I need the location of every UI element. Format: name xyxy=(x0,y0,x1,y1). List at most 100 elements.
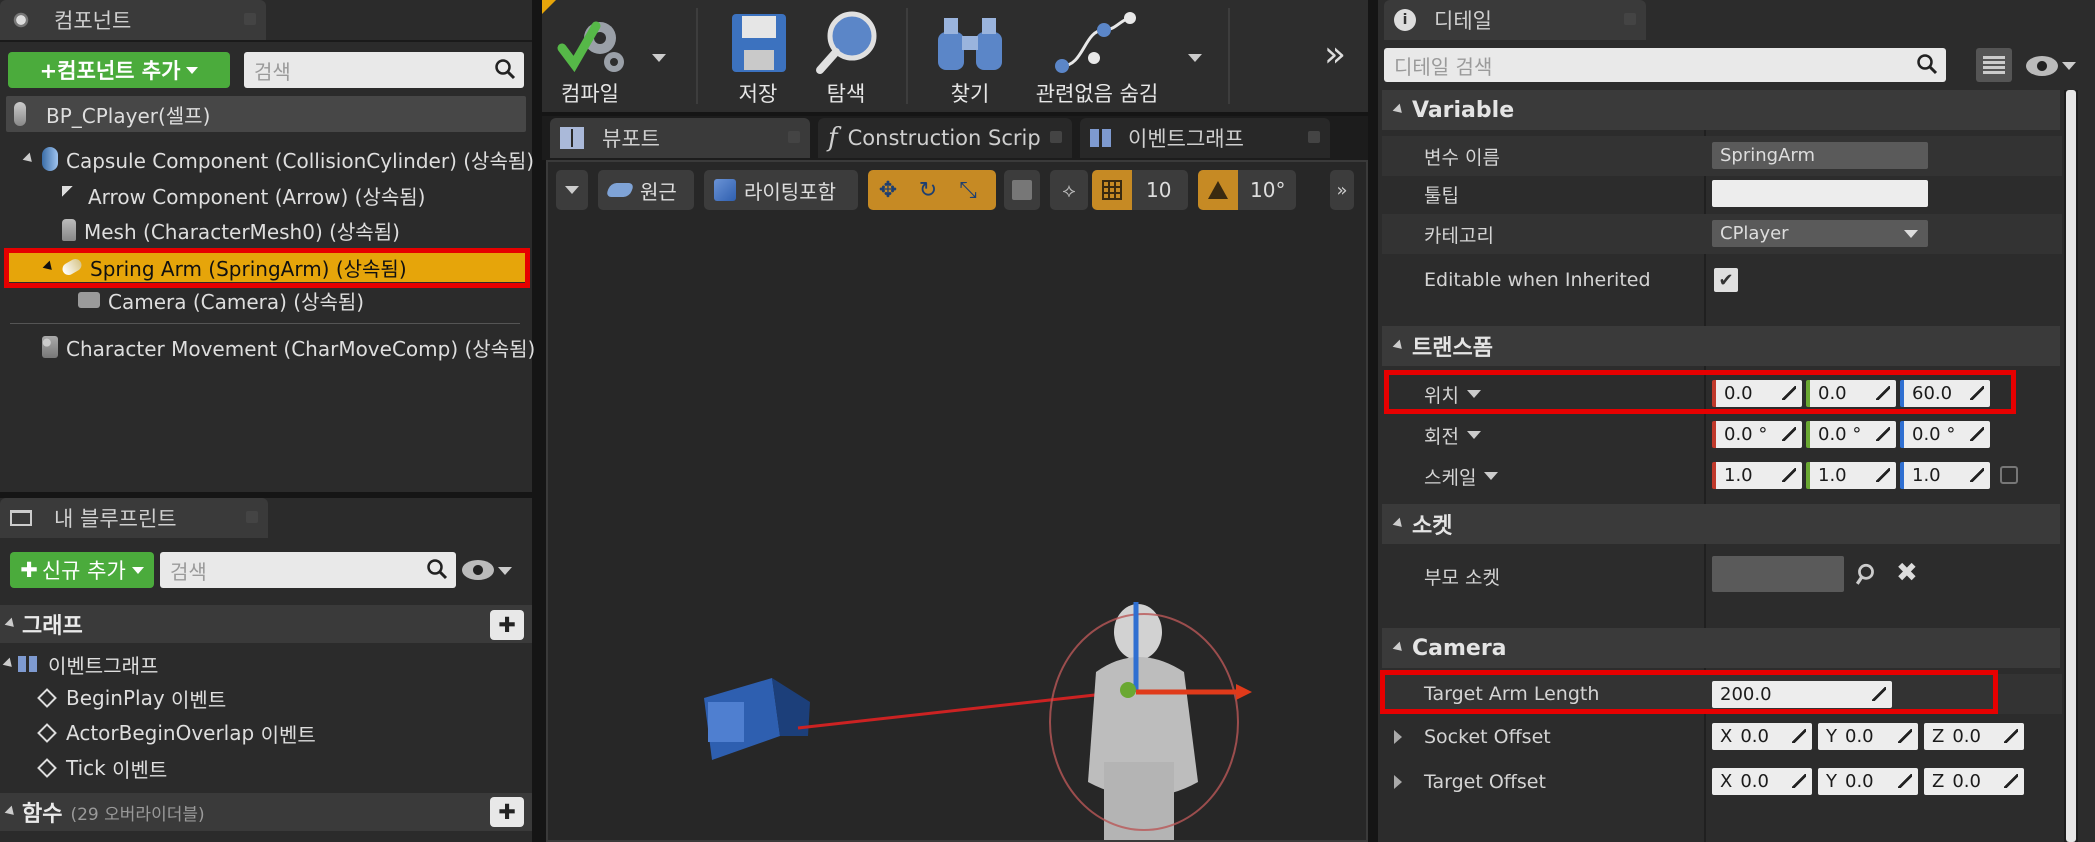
tooltip-field[interactable] xyxy=(1712,180,1928,207)
axis-letter: Y xyxy=(1826,771,1837,792)
rotation-y-field[interactable]: 0.0 ° xyxy=(1806,421,1896,448)
chevron-down-icon[interactable] xyxy=(652,54,666,62)
drag-arrow-icon xyxy=(1782,427,1796,441)
variable-name-field[interactable]: SpringArm xyxy=(1712,142,1928,169)
viewport-scene xyxy=(704,602,1252,840)
browse-button[interactable]: 탐색 xyxy=(806,4,886,108)
close-icon[interactable] xyxy=(1624,13,1636,25)
target-offset-x-field[interactable]: X 0.0 xyxy=(1712,768,1812,795)
chevron-down-icon xyxy=(1904,230,1918,238)
details-search-input[interactable]: 디테일 검색 xyxy=(1384,48,1946,82)
property-matrix-button[interactable] xyxy=(1976,48,2012,82)
camera-model xyxy=(704,678,810,760)
target-offset-y-field[interactable]: Y 0.0 xyxy=(1818,768,1918,795)
close-icon[interactable] xyxy=(788,131,800,143)
rotation-x-field[interactable]: 0.0 ° xyxy=(1712,421,1802,448)
add-function-button[interactable]: ✚ xyxy=(490,797,524,827)
expand-arrow-right-icon[interactable] xyxy=(1394,775,1402,789)
chevron-down-icon[interactable] xyxy=(1484,472,1499,480)
details-scrollbar-thumb[interactable] xyxy=(2066,90,2076,842)
variable-name-label: 변수 이름 xyxy=(1424,146,1500,169)
blueprint-search-input[interactable]: 검색 xyxy=(160,552,456,588)
socket-offset-x-field[interactable]: X 0.0 xyxy=(1712,723,1812,750)
save-button[interactable]: 저장 xyxy=(718,4,798,108)
tab-viewport[interactable]: 뷰포트 xyxy=(550,118,810,158)
eye-icon[interactable] xyxy=(462,560,494,580)
close-icon[interactable] xyxy=(246,511,258,523)
tree-item-capsule[interactable]: Capsule Component (CollisionCylinder) (상… xyxy=(22,145,535,173)
find-button[interactable]: 찾기 xyxy=(930,4,1010,108)
add-graph-button[interactable]: ✚ xyxy=(490,610,524,640)
camera-section-header[interactable]: Camera xyxy=(1382,628,2060,668)
event-item-tick[interactable]: Tick 이벤트 xyxy=(37,754,167,782)
target-offset-z-field[interactable]: Z 0.0 xyxy=(1924,768,2024,795)
annotation-box-springarm xyxy=(4,248,530,288)
parent-socket-field[interactable] xyxy=(1712,556,1844,592)
editable-inherited-checkbox[interactable]: ✔ xyxy=(1714,268,1738,292)
socket-offset-z-value: 0.0 xyxy=(1952,726,1981,747)
functions-override-count: (29 오버라이더블) xyxy=(70,804,205,825)
add-component-label: +컴포넌트 추가 xyxy=(39,59,181,83)
tab-details[interactable]: i 디테일 xyxy=(1384,0,1646,40)
transform-section-label: 트랜스폼 xyxy=(1412,336,1493,361)
event-item-beginplay[interactable]: BeginPlay 이벤트 xyxy=(37,684,226,712)
eye-icon[interactable] xyxy=(2026,56,2058,76)
rotation-z-value: 0.0 ° xyxy=(1912,424,1956,445)
rotation-z-field[interactable]: 0.0 ° xyxy=(1900,421,1990,448)
socket-offset-y-field[interactable]: Y 0.0 xyxy=(1818,723,1918,750)
tree-item-camera[interactable]: Camera (Camera) (상속됨) xyxy=(78,286,364,314)
close-icon[interactable] xyxy=(1050,131,1062,143)
close-icon[interactable] xyxy=(244,13,256,25)
event-suffix: 이벤트 xyxy=(260,722,316,747)
tree-item-arrow[interactable]: Arrow Component (Arrow) (상속됨) xyxy=(62,181,425,209)
expand-arrow-icon xyxy=(4,617,18,631)
search-icon xyxy=(495,59,516,80)
tree-item-label: Capsule Component (CollisionCylinder) (상… xyxy=(66,148,535,173)
chevron-down-icon[interactable] xyxy=(2062,62,2076,70)
toolbar-separator xyxy=(1228,8,1230,104)
self-item[interactable]: BP_CPlayer(셀프) xyxy=(6,96,526,132)
drag-arrow-icon xyxy=(2004,774,2018,788)
variable-section-header[interactable]: Variable xyxy=(1382,90,2060,130)
transform-section-header[interactable]: 트랜스폼 xyxy=(1382,326,2060,366)
drag-arrow-icon xyxy=(1792,774,1806,788)
tab-my-blueprint[interactable]: 내 블루프린트 xyxy=(0,498,268,538)
socket-section-header[interactable]: 소켓 xyxy=(1382,504,2060,544)
scale-y-field[interactable]: 1.0 xyxy=(1806,462,1896,489)
editable-inherited-label: Editable when Inherited xyxy=(1424,269,1651,291)
event-item-actorbeginoverlap[interactable]: ActorBeginOverlap 이벤트 xyxy=(37,719,316,747)
tab-event-graph[interactable]: 이벤트그래프 xyxy=(1080,118,1330,158)
browse-socket-icon[interactable] xyxy=(1854,562,1878,586)
components-search-input[interactable]: 검색 xyxy=(244,52,524,88)
add-component-button[interactable]: +컴포넌트 추가 xyxy=(8,52,230,88)
tree-item-movement[interactable]: Character Movement (CharMoveComp) (상속됨) xyxy=(42,333,535,361)
compile-button[interactable]: 컴파일 xyxy=(548,4,688,108)
clear-socket-icon[interactable]: ✖ xyxy=(1896,558,1918,588)
graph-section-header[interactable]: 그래프 xyxy=(0,605,532,643)
category-dropdown[interactable]: CPlayer xyxy=(1712,220,1928,247)
scale-x-value: 1.0 xyxy=(1724,465,1753,486)
scale-x-field[interactable]: 1.0 xyxy=(1712,462,1802,489)
hide-unrelated-button[interactable]: 관련없음 숨김 xyxy=(1024,4,1224,108)
add-new-button[interactable]: ✚ 신규 추가 xyxy=(10,552,154,588)
tab-components[interactable]: 컴포넌트 xyxy=(0,0,266,40)
scale-z-field[interactable]: 1.0 xyxy=(1900,462,1990,489)
socket-offset-z-field[interactable]: Z 0.0 xyxy=(1924,723,2024,750)
functions-section-header[interactable]: 함수 (29 오버라이더블) xyxy=(0,793,532,831)
hide-unrelated-label: 관련없음 숨김 xyxy=(1035,82,1159,106)
details-search-placeholder: 디테일 검색 xyxy=(1394,54,1493,79)
expand-arrow-right-icon[interactable] xyxy=(1394,730,1402,744)
tab-construction-script[interactable]: f Construction Scrip xyxy=(818,118,1072,158)
chevron-down-icon[interactable] xyxy=(1188,54,1202,62)
tree-item-mesh[interactable]: Mesh (CharacterMesh0) (상속됨) xyxy=(62,216,400,244)
drag-arrow-icon xyxy=(1970,468,1984,482)
lock-icon[interactable] xyxy=(2000,466,2018,484)
expand-toolbar-icon[interactable]: » xyxy=(1324,34,1346,75)
viewport-icon xyxy=(560,127,584,149)
event-graph-item[interactable]: 이벤트그래프 xyxy=(2,650,158,678)
chevron-down-icon[interactable] xyxy=(498,567,512,575)
drag-arrow-icon xyxy=(1876,468,1890,482)
close-icon[interactable] xyxy=(1308,131,1320,143)
drag-arrow-icon xyxy=(1898,729,1912,743)
chevron-down-icon[interactable] xyxy=(1466,431,1481,439)
